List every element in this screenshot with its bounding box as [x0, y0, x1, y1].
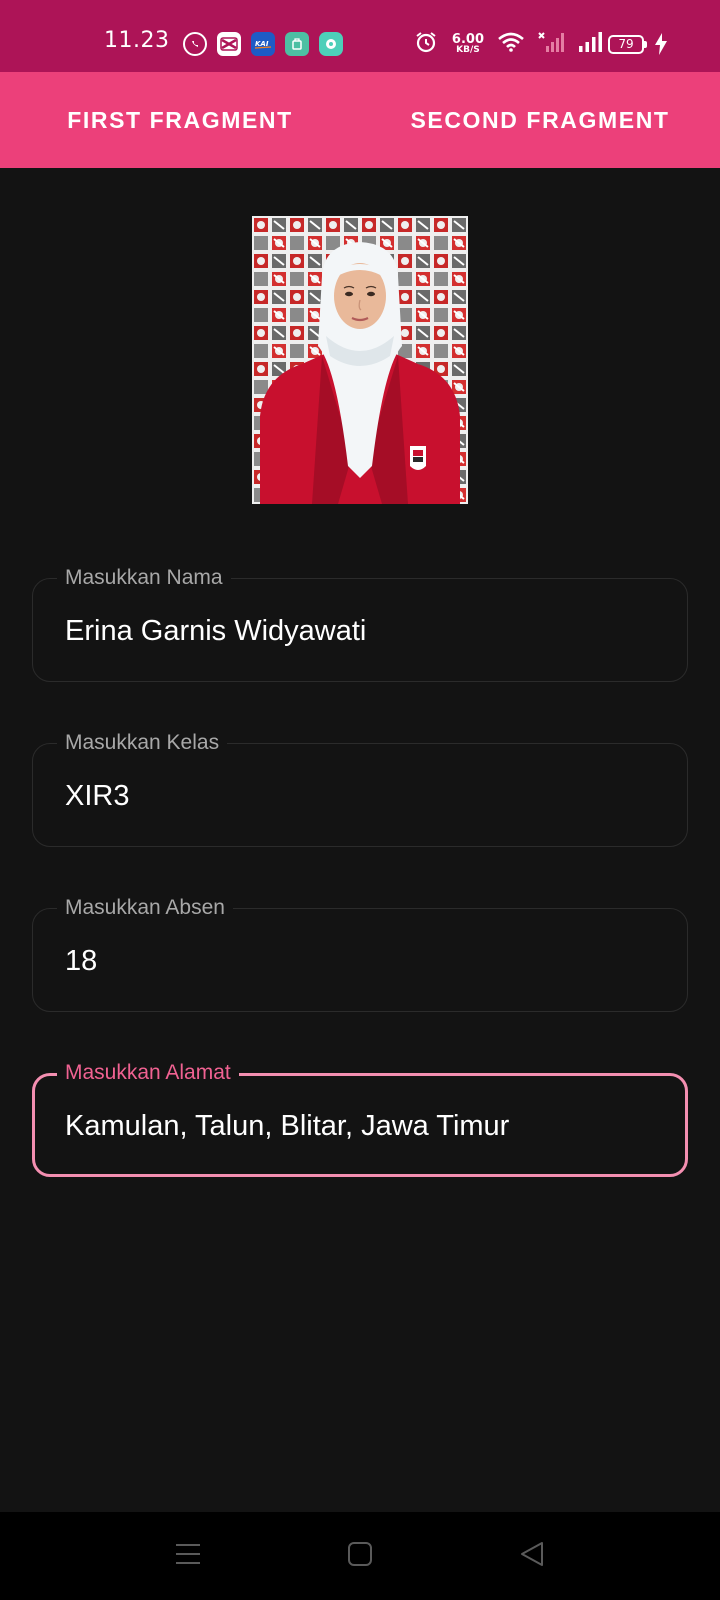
navigation-bar	[0, 1512, 720, 1600]
attendance-number-field[interactable]: Masukkan Absen 18	[32, 896, 688, 1012]
tab-first-fragment[interactable]: FIRST FRAGMENT	[0, 72, 360, 168]
wifi-icon	[498, 32, 524, 57]
home-icon[interactable]	[346, 1540, 374, 1573]
signal-icon	[578, 31, 604, 58]
whatsapp-icon	[183, 32, 207, 56]
address-field-label: Masukkan Alamat	[57, 1061, 239, 1085]
attendance-number-field-label: Masukkan Absen	[57, 896, 233, 920]
battery-icon: 79	[608, 35, 647, 54]
class-field[interactable]: Masukkan Kelas XIR3	[32, 731, 688, 847]
attendance-number-input[interactable]: 18	[65, 945, 665, 978]
kai-access-icon: KAI	[251, 32, 275, 56]
menu-icon[interactable]	[174, 1540, 202, 1573]
status-bar: 11.23 KAI 6.00 KB/S 79	[0, 0, 720, 72]
store-icon	[285, 32, 309, 56]
tab-second-fragment[interactable]: SECOND FRAGMENT	[360, 72, 720, 168]
address-input[interactable]: Kamulan, Talun, Blitar, Jawa Timur	[65, 1110, 665, 1143]
notification-icons: KAI	[183, 32, 343, 56]
class-input[interactable]: XIR3	[65, 780, 665, 813]
alarm-icon	[414, 30, 438, 59]
back-icon[interactable]	[518, 1540, 546, 1573]
name-field-label: Masukkan Nama	[57, 566, 231, 590]
system-status-icons: 6.00 KB/S	[414, 30, 604, 59]
name-field[interactable]: Masukkan Nama Erina Garnis Widyawati	[32, 566, 688, 682]
network-speed: 6.00 KB/S	[451, 31, 484, 55]
address-field[interactable]: Masukkan Alamat Kamulan, Talun, Blitar, …	[32, 1061, 688, 1177]
name-input[interactable]: Erina Garnis Widyawati	[65, 615, 665, 648]
charging-icon	[654, 33, 668, 60]
profile-photo	[252, 216, 468, 504]
status-time: 11.23	[104, 28, 170, 53]
chat-icon	[319, 32, 343, 56]
signal-no-service-icon	[538, 31, 564, 58]
capcut-icon	[217, 32, 241, 56]
tab-bar: FIRST FRAGMENT SECOND FRAGMENT	[0, 72, 720, 168]
class-field-label: Masukkan Kelas	[57, 731, 228, 755]
